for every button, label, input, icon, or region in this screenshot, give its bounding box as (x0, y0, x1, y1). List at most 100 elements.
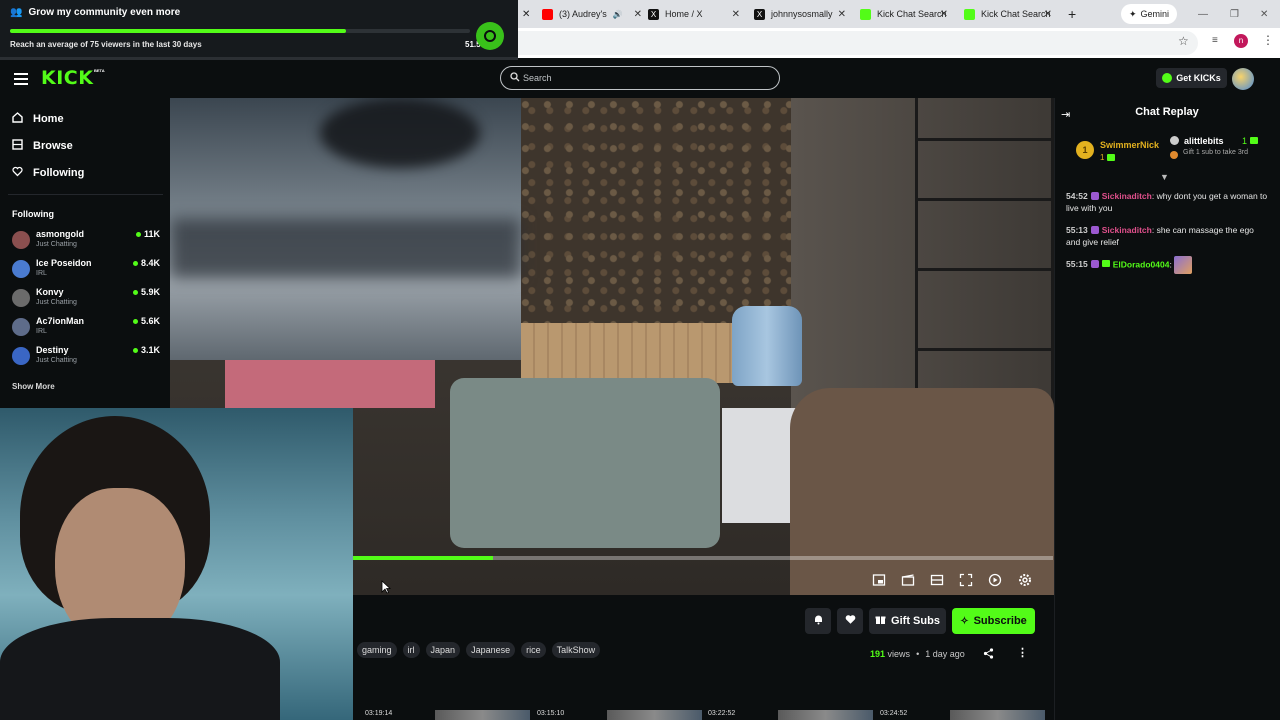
settings-gear-icon[interactable] (1018, 573, 1032, 587)
x-logo-icon: X (754, 8, 765, 20)
kick-icon (860, 8, 871, 20)
sidebar-channel-konvy[interactable]: Konvy Just Chatting 5.9K (12, 287, 160, 313)
gift-sub-icon (1170, 151, 1178, 159)
live-dot-icon (132, 289, 138, 295)
gift-icon (1107, 154, 1116, 161)
tag-chip[interactable]: irl (402, 642, 420, 658)
kick-icon (964, 8, 975, 20)
close-tab-icon[interactable]: ✕ (1044, 9, 1052, 20)
tag-chip[interactable]: Japan (425, 642, 461, 658)
close-tab-icon[interactable]: ✕ (838, 9, 846, 20)
fullscreen-icon[interactable] (959, 573, 973, 587)
viewer-count: 5.6K (132, 316, 160, 326)
tab-close-left[interactable]: ✕ (522, 4, 530, 24)
bell-icon (813, 612, 824, 630)
speaker-icon: 🔊 (612, 9, 623, 19)
view-count: 191 (870, 649, 886, 659)
user-avatar[interactable] (1232, 68, 1254, 90)
video-progress-bar[interactable] (353, 556, 1053, 560)
show-more-link[interactable]: Show More (12, 382, 55, 391)
kick-logo[interactable]: KICK (41, 67, 93, 89)
avatar (12, 231, 30, 249)
video-frame-armchair (790, 388, 1054, 595)
rank-badge: 1 (1076, 141, 1094, 159)
new-tab-button[interactable]: + (1068, 4, 1080, 24)
share-icon[interactable] (983, 648, 994, 662)
subscribe-button[interactable]: ✧ Subscribe (952, 608, 1035, 634)
browser-tab-x-home[interactable]: X Home / X ✕ (648, 4, 740, 24)
miniplayer-icon[interactable] (872, 573, 886, 587)
live-dot-icon (135, 231, 141, 237)
tag-chip[interactable]: TalkShow (551, 642, 601, 658)
browser-address-bar: ☆ ≡ n ⋮ (518, 28, 1280, 58)
sidebar-item-following[interactable]: Following (12, 166, 84, 180)
sidebar-channel-destiny[interactable]: Destiny Just Chatting 3.1K (12, 345, 160, 371)
avatar (12, 318, 30, 336)
kicks-coin-icon (1162, 73, 1173, 83)
viewer-count: 11K (135, 229, 160, 239)
minimize-icon[interactable]: — (1198, 4, 1208, 24)
goal-progress-fill (10, 29, 346, 33)
notification-bell-button[interactable] (805, 608, 831, 634)
profile-avatar[interactable]: n (1234, 34, 1248, 48)
playback-speed-icon[interactable] (988, 573, 1002, 587)
emote-icon (1174, 256, 1193, 274)
notification-title: 👥 Grow my community even more (10, 7, 181, 18)
tag-chip[interactable]: rice (521, 642, 546, 658)
browser-menu-icon[interactable]: ⋮ (1262, 33, 1274, 47)
menu-icon[interactable] (14, 73, 28, 88)
sidebar: Home Browse Following Following asmongol… (0, 98, 170, 408)
chat-message: 55:15 ElDorado0404: (1066, 256, 1270, 274)
sidebar-channel-asmongold[interactable]: asmongold Just Chatting 11K (12, 229, 160, 255)
chat-message: 54:52 Sickinaditch: why dont you get a wo… (1066, 191, 1268, 213)
sub-badge-icon (1090, 226, 1099, 234)
live-dot-icon (132, 347, 138, 353)
viewer-count: 3.1K (132, 345, 160, 355)
browser-tab-kick-chat-search-1[interactable]: Kick Chat Search ✕ (860, 4, 948, 24)
kick-badge-icon (476, 22, 504, 50)
reading-list-icon[interactable]: ≡ (1212, 35, 1218, 46)
notification-subtitle: Reach an average of 75 viewers in the la… (10, 40, 202, 49)
sidebar-channel-ice-poseidon[interactable]: Ice Poseidon IRL 8.4K (12, 258, 160, 284)
search-input[interactable]: Search (500, 66, 780, 90)
sidebar-channel-ac7ionman[interactable]: Ac7ionMan IRL 5.6K (12, 316, 160, 342)
bookmark-star-icon[interactable]: ☆ (1178, 34, 1189, 48)
close-tab-icon[interactable]: ✕ (940, 9, 948, 20)
video-meta: 191 views • 1 day ago (870, 649, 965, 659)
browser-tab-x-profile[interactable]: X johnnysosmally ✕ (754, 4, 846, 24)
gift-subs-button[interactable]: Gift Subs (869, 608, 946, 634)
video-frame-sofa (450, 378, 720, 548)
more-options-icon[interactable]: ⋮ (1017, 646, 1028, 659)
search-icon (510, 72, 520, 84)
sidebar-item-home[interactable]: Home (12, 112, 64, 126)
gifter-avatar-icon (1170, 136, 1179, 145)
avatar (12, 260, 30, 278)
gift-icon (1249, 137, 1258, 144)
live-dot-icon (132, 318, 138, 324)
sidebar-item-browse[interactable]: Browse (12, 139, 73, 153)
theater-mode-icon[interactable] (930, 573, 944, 587)
video-frame-pink-object (225, 360, 435, 408)
viewer-count: 5.9K (132, 287, 160, 297)
x-logo-icon: X (648, 8, 659, 20)
url-field[interactable] (518, 31, 1198, 55)
clip-icon[interactable] (901, 573, 915, 587)
browser-tab-kick-chat-search-2[interactable]: Kick Chat Search ✕ (964, 4, 1052, 24)
close-tab-icon[interactable]: ✕ (634, 9, 642, 20)
chat-title: Chat Replay (1135, 106, 1199, 118)
follow-button[interactable] (837, 608, 863, 634)
close-window-icon[interactable]: ✕ (1260, 4, 1268, 24)
sub-badge-icon (1090, 260, 1099, 269)
get-kicks-button[interactable]: Get KICKs (1156, 68, 1227, 88)
pinned-collapse-icon[interactable]: ▼ (1160, 172, 1169, 182)
gemini-button[interactable]: ✦ Gemini (1121, 4, 1177, 24)
avatar (12, 347, 30, 365)
video-frame-sky-inset (170, 98, 521, 360)
tag-chip[interactable]: Japanese (466, 642, 516, 658)
webcam-overlay (0, 408, 353, 720)
maximize-icon[interactable]: ❐ (1230, 4, 1239, 24)
browser-tab-youtube[interactable]: (3) Audrey's 🔊 ✕ (542, 4, 642, 24)
following-heading: Following (12, 209, 54, 219)
tag-chip[interactable]: gaming (357, 642, 397, 658)
close-tab-icon[interactable]: ✕ (732, 9, 740, 20)
